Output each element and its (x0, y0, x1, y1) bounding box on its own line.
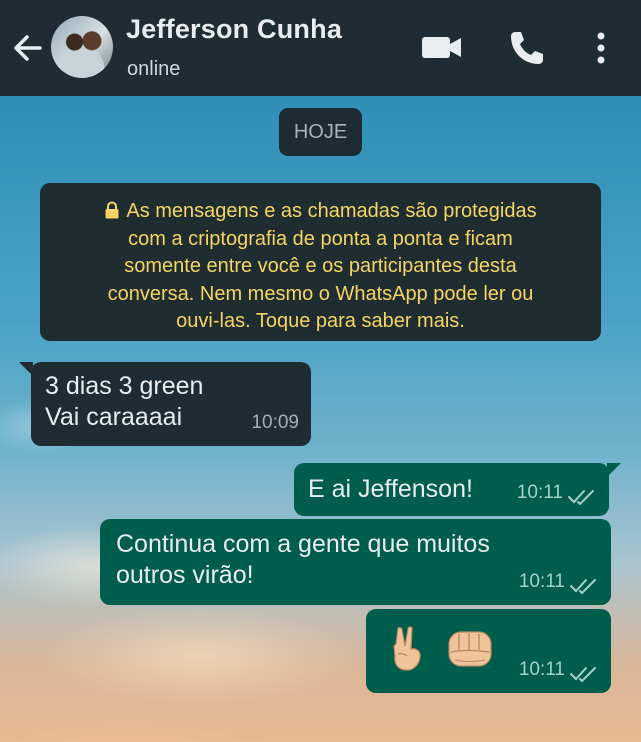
lock-icon (105, 201, 119, 219)
read-ticks-icon (568, 490, 594, 506)
message-time: 10:09 (251, 412, 299, 433)
message-text-line: Continua com a gente que muitos (116, 530, 490, 558)
encryption-notice-line-2: com a criptografia de ponta a ponta e fi… (128, 227, 513, 250)
encryption-notice-line-5: ouvi-las. Toque para saber mais. (176, 310, 465, 332)
encryption-notice[interactable]: As mensagens e as chamadas são protegida… (40, 183, 601, 341)
back-arrow-icon[interactable] (10, 30, 46, 66)
chat-header: Jefferson Cunha online (0, 0, 641, 96)
outgoing-message-bubble[interactable]: E ai Jeffenson! 10:11 (294, 463, 621, 516)
outgoing-message-bubble[interactable]: 10:11 (366, 609, 611, 693)
encryption-notice-line-1: As mensagens e as chamadas são protegida… (54, 198, 587, 226)
contact-status: online (127, 58, 181, 80)
contact-avatar[interactable] (51, 16, 113, 78)
oncoming-fist-icon (448, 631, 492, 667)
contact-name[interactable]: Jefferson Cunha (126, 14, 342, 45)
read-ticks-icon (570, 579, 596, 595)
outgoing-message-bubble[interactable]: Continua com a gente que muitos outros v… (100, 519, 611, 605)
victory-hand-icon (393, 626, 421, 671)
message-time: 10:11 (518, 659, 565, 680)
encryption-notice-line-4: conversa. Nem mesmo o WhatsApp pode ler … (107, 282, 534, 305)
bubble-tail (19, 362, 33, 376)
incoming-message-bubble[interactable]: 3 dias 3 green Vai caraaaai 10:09 (19, 362, 311, 446)
date-chip: HOJE (279, 108, 362, 156)
message-time: 10:11 (516, 482, 563, 503)
message-time: 10:11 (518, 571, 565, 592)
phone-icon[interactable] (507, 28, 547, 68)
bubble-tail (607, 463, 621, 477)
video-call-icon[interactable] (420, 30, 464, 64)
read-ticks-icon (570, 667, 596, 683)
encryption-notice-line-3: somente entre você e os participantes de… (124, 255, 517, 277)
message-text-line: 3 dias 3 green (45, 372, 204, 400)
more-vert-icon[interactable] (588, 28, 614, 68)
